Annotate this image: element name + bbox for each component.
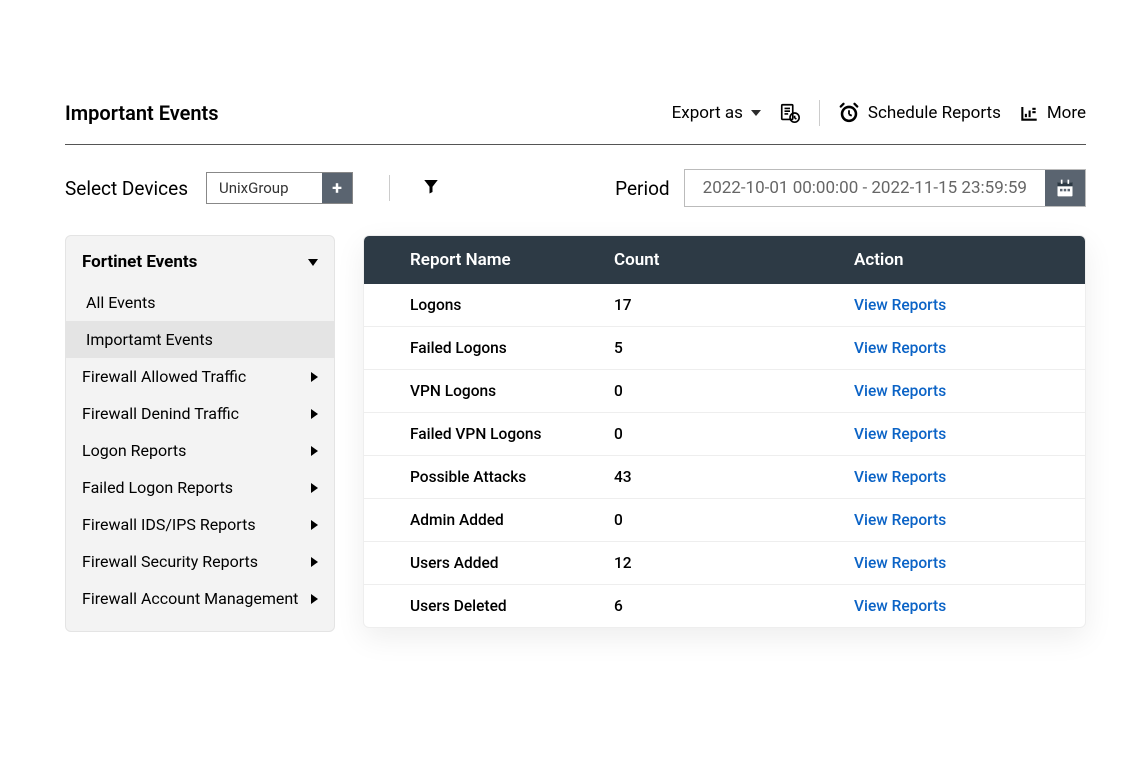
report-clock-icon [779, 102, 801, 124]
chevron-right-icon [311, 520, 318, 530]
view-reports-link[interactable]: View Reports [854, 597, 946, 615]
sidebar-item-label: All Events [86, 293, 156, 312]
sidebar-item-label: Firewall Account Management [82, 589, 298, 608]
view-reports-link[interactable]: View Reports [854, 382, 946, 400]
view-reports-link[interactable]: View Reports [854, 554, 946, 572]
chevron-right-icon [311, 594, 318, 604]
add-device-button[interactable]: + [322, 173, 352, 203]
sidebar-item[interactable]: Firewall Security Reports [66, 543, 334, 580]
report-clock-button[interactable] [779, 102, 801, 124]
sidebar-item[interactable]: Failed Logon Reports [66, 469, 334, 506]
more-label: More [1047, 103, 1086, 123]
report-count: 6 [614, 597, 854, 615]
period-label: Period [615, 177, 670, 200]
calendar-icon [1055, 178, 1075, 198]
table-row: Failed VPN Logons0View Reports [364, 413, 1085, 456]
chevron-down-icon [308, 259, 318, 266]
table-row: Users Deleted6View Reports [364, 585, 1085, 627]
report-name: Users Added [364, 554, 614, 572]
report-count: 0 [614, 425, 854, 443]
sidebar-item[interactable]: Firewall Allowed Traffic [66, 358, 334, 395]
report-name: Users Deleted [364, 597, 614, 615]
sidebar-item[interactable]: Importamt Events [66, 321, 334, 358]
schedule-reports-button[interactable]: Schedule Reports [838, 102, 1001, 124]
report-count: 12 [614, 554, 854, 572]
sidebar-header-label: Fortinet Events [82, 252, 197, 272]
schedule-reports-label: Schedule Reports [868, 103, 1001, 123]
sidebar-item[interactable]: Firewall Account Management [66, 580, 334, 617]
table-row: Logons17View Reports [364, 284, 1085, 327]
select-devices-label: Select Devices [65, 177, 188, 200]
header-actions: Export as [672, 100, 1086, 126]
funnel-icon [422, 177, 440, 195]
page-title: Important Events [65, 101, 219, 125]
report-count: 0 [614, 511, 854, 529]
view-reports-link[interactable]: View Reports [854, 339, 946, 357]
sidebar-item-label: Firewall Denind Traffic [82, 404, 239, 423]
report-count: 0 [614, 382, 854, 400]
more-icon [1019, 103, 1039, 123]
export-as-label: Export as [672, 103, 743, 123]
view-reports-link[interactable]: View Reports [854, 511, 946, 529]
report-count: 17 [614, 296, 854, 314]
table-row: Users Added12View Reports [364, 542, 1085, 585]
chevron-down-icon [751, 110, 761, 116]
report-name: Possible Attacks [364, 468, 614, 486]
sidebar-item-label: Logon Reports [82, 441, 186, 460]
report-count: 43 [614, 468, 854, 486]
export-as-button[interactable]: Export as [672, 103, 761, 123]
sidebar-item[interactable]: Firewall IDS/IPS Reports [66, 506, 334, 543]
report-name: Admin Added [364, 511, 614, 529]
chevron-right-icon [311, 483, 318, 493]
sidebar-item[interactable]: All Events [66, 284, 334, 321]
sidebar-item[interactable]: Firewall Denind Traffic [66, 395, 334, 432]
sidebar: Fortinet Events All Events Importamt Even… [65, 235, 335, 632]
date-range-value: 2022-10-01 00:00:00 - 2022-11-15 23:59:5… [685, 170, 1045, 206]
view-reports-link[interactable]: View Reports [854, 425, 946, 443]
col-header-name: Report Name [364, 250, 614, 270]
chevron-right-icon [311, 372, 318, 382]
sidebar-item-label: Importamt Events [86, 330, 213, 349]
view-reports-link[interactable]: View Reports [854, 296, 946, 314]
report-count: 5 [614, 339, 854, 357]
table-row: Admin Added0View Reports [364, 499, 1085, 542]
separator [819, 100, 820, 126]
table-row: VPN Logons0View Reports [364, 370, 1085, 413]
device-select-value: UnixGroup [207, 173, 322, 203]
report-name: Logons [364, 296, 614, 314]
col-header-action: Action [854, 250, 1085, 270]
col-header-count: Count [614, 250, 854, 270]
chevron-right-icon [311, 446, 318, 456]
report-name: Failed VPN Logons [364, 425, 614, 443]
date-range-input[interactable]: 2022-10-01 00:00:00 - 2022-11-15 23:59:5… [684, 169, 1086, 207]
chevron-right-icon [311, 409, 318, 419]
calendar-button[interactable] [1045, 170, 1085, 206]
filter-button[interactable] [422, 177, 440, 199]
sidebar-item-label: Firewall Security Reports [82, 552, 258, 571]
sidebar-item-label: Firewall IDS/IPS Reports [82, 515, 256, 534]
separator [389, 175, 390, 201]
chevron-right-icon [311, 557, 318, 567]
sidebar-header[interactable]: Fortinet Events [66, 236, 334, 284]
report-name: VPN Logons [364, 382, 614, 400]
report-name: Failed Logons [364, 339, 614, 357]
sidebar-item-label: Firewall Allowed Traffic [82, 367, 246, 386]
view-reports-link[interactable]: View Reports [854, 468, 946, 486]
device-select[interactable]: UnixGroup + [206, 172, 353, 204]
table-row: Possible Attacks43View Reports [364, 456, 1085, 499]
table-row: Failed Logons5View Reports [364, 327, 1085, 370]
table-header: Report Name Count Action [364, 236, 1085, 284]
sidebar-item-label: Failed Logon Reports [82, 478, 233, 497]
sidebar-item[interactable]: Logon Reports [66, 432, 334, 469]
more-button[interactable]: More [1019, 103, 1086, 123]
alarm-clock-icon [838, 102, 860, 124]
reports-table: Report Name Count Action Logons17View Re… [363, 235, 1086, 628]
